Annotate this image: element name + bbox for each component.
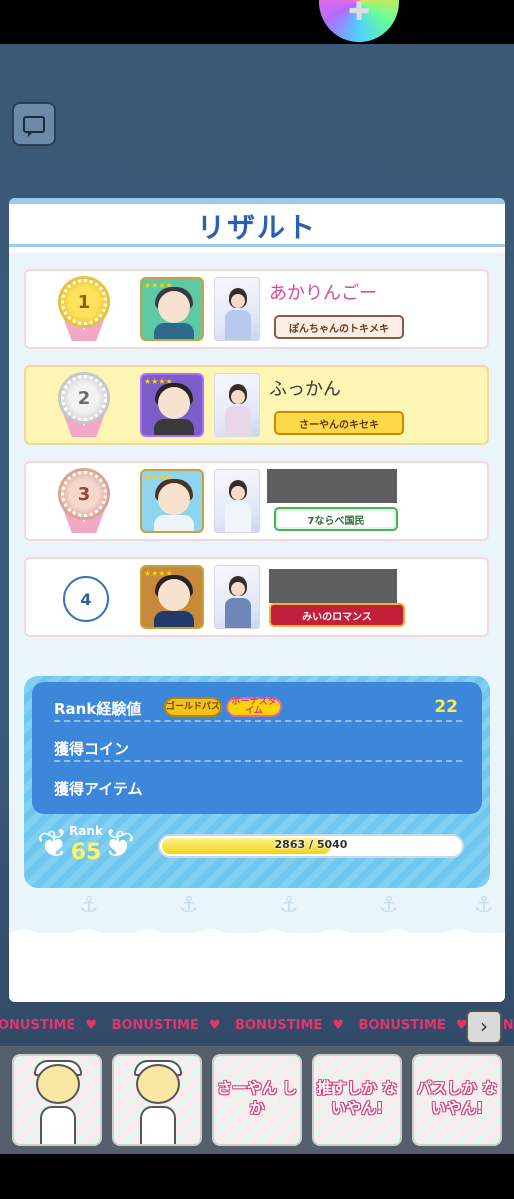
- player-name: ふっかん: [269, 379, 341, 400]
- item-row: 獲得アイテム: [54, 772, 462, 802]
- ticker-text: BONUSTIME: [111, 1018, 199, 1033]
- result-modal: リザルト ⚓⚓ ⚓⚓ ⚓⚓ ⚓⚓ ⚓⚓ 1 ★★★★ あかりんごー: [9, 198, 505, 1002]
- bottom-nav-band: [0, 1154, 514, 1199]
- title-badge: 7ならべ国民: [274, 507, 398, 531]
- rank-wreath-badge: ❦ ❦ Rank 65: [34, 818, 137, 880]
- bonus-card-label: 推すしか ないやん!: [316, 1079, 398, 1117]
- rank-exp-row: Rank経験値 ゴールドパス ボーナスタイム 22: [54, 692, 462, 722]
- next-arrow-button[interactable]: ›: [466, 1010, 502, 1044]
- result-row-4: 4 ★★★★ みいのロマンス: [24, 557, 489, 637]
- bonus-card-4[interactable]: 推すしか ないやん!: [312, 1054, 402, 1146]
- reward-list: Rank経験値 ゴールドパス ボーナスタイム 22 獲得コイン 獲得アイテム: [32, 682, 482, 814]
- gold-medal-icon: 1: [57, 279, 111, 343]
- coin-row: 獲得コイン: [54, 732, 462, 762]
- dpad-icon: ✚: [348, 0, 370, 27]
- bronze-medal-icon: 3: [57, 471, 111, 535]
- rank-label: Rank: [69, 824, 103, 838]
- rank-exp-label: Rank経験値: [54, 700, 142, 718]
- rank-exp-value: 22: [434, 697, 458, 717]
- member-card[interactable]: [214, 469, 260, 533]
- redacted-player-name: [267, 469, 397, 503]
- player-avatar[interactable]: ★★★★: [140, 565, 204, 629]
- rank-number: 4: [63, 576, 109, 622]
- bonus-card-label: パスしか ないやん!: [416, 1079, 498, 1117]
- result-row-1: 1 ★★★★ あかりんごー ぽんちゃんのトキメキ: [24, 269, 489, 349]
- rank-progress-bar: 2863 / 5040: [158, 834, 464, 858]
- member-card[interactable]: [214, 277, 260, 341]
- ticker-text: ONUSTIME: [0, 1018, 76, 1033]
- top-status-band: [0, 0, 514, 44]
- rank-number: 3: [61, 471, 107, 517]
- player-avatar[interactable]: ★★★★: [140, 277, 204, 341]
- bonus-card-1[interactable]: [12, 1054, 102, 1146]
- bonus-card-label: さーやん しか: [216, 1079, 298, 1117]
- title-badge: みいのロマンス: [269, 603, 405, 627]
- item-label: 獲得アイテム: [54, 780, 143, 798]
- bonus-time-badge: ボーナスタイム: [226, 697, 282, 717]
- chat-button[interactable]: [12, 102, 56, 146]
- bonus-card-5[interactable]: パスしか ないやん!: [412, 1054, 502, 1146]
- modal-footer: [9, 936, 505, 1002]
- redacted-player-name: [269, 569, 397, 603]
- title-badge: ぽんちゃんのトキメキ: [274, 315, 404, 339]
- member-card[interactable]: [214, 373, 260, 437]
- rank-progress-text: 2863 / 5040: [274, 838, 348, 851]
- gold-pass-badge: ゴールドパス: [164, 697, 222, 717]
- coin-label: 獲得コイン: [54, 740, 130, 758]
- player-avatar[interactable]: ★★★★: [140, 469, 204, 533]
- heart-icon: ♥: [85, 1018, 98, 1033]
- heart-icon: ♥: [208, 1018, 221, 1033]
- rank-number: 1: [61, 279, 107, 325]
- bonus-card-2[interactable]: [112, 1054, 202, 1146]
- result-row-2: 2 ★★★★ ふっかん さーやんのキセキ: [24, 365, 489, 445]
- modal-title: リザルト: [196, 211, 317, 244]
- ticker-text: BONUSTIME: [358, 1018, 446, 1033]
- title-badge: さーやんのキセキ: [274, 411, 404, 435]
- player-name: あかりんごー: [269, 283, 377, 304]
- bonus-time-ticker: ONUSTIME ♥ BONUSTIME ♥ BONUSTIME ♥ BONUSTIM…: [0, 1018, 514, 1042]
- chevron-right-icon: ›: [480, 1014, 488, 1038]
- result-row-3: 3 ★★★★ 7ならべ国民: [24, 461, 489, 541]
- rank-number: 2: [61, 375, 107, 421]
- member-card[interactable]: [214, 565, 260, 629]
- rank-value: 65: [70, 840, 102, 865]
- silver-medal-icon: 2: [57, 375, 111, 439]
- reward-panel: Rank経験値 ゴールドパス ボーナスタイム 22 獲得コイン 獲得アイテム ❦…: [24, 676, 490, 888]
- bottom-card-bar: さーやん しか 推すしか ないやん! パスしか ないやん!: [0, 1046, 514, 1154]
- player-avatar[interactable]: ★★★★: [140, 373, 204, 437]
- chat-bubble-icon: [23, 115, 45, 137]
- heart-icon: ♥: [332, 1018, 344, 1033]
- ticker-text: BONUSTIME: [235, 1018, 323, 1033]
- bonus-card-3[interactable]: さーやん しか: [212, 1054, 302, 1146]
